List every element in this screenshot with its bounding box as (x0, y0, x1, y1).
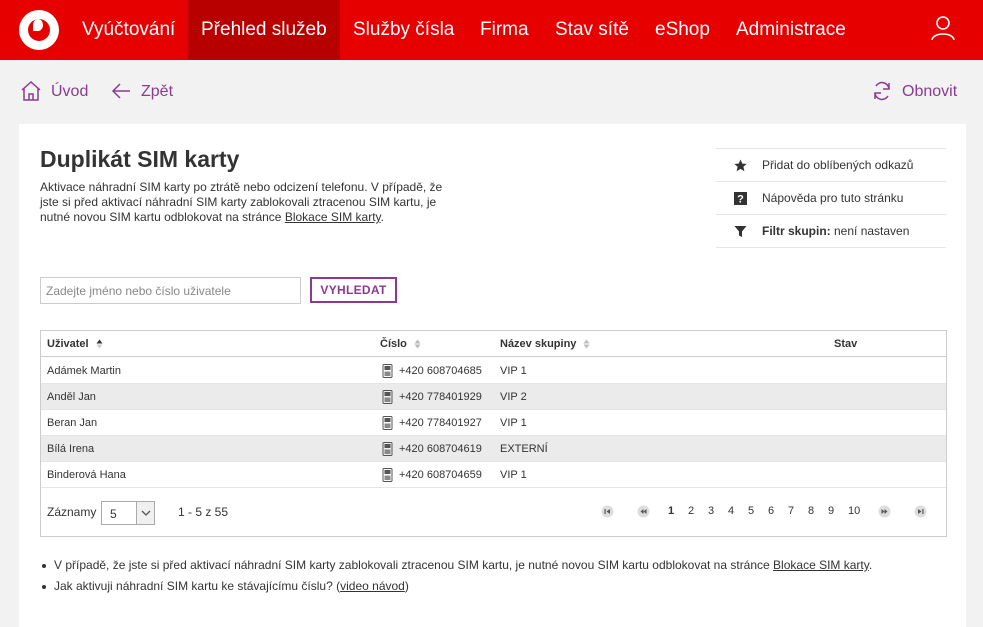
cell-group: VIP 1 (500, 469, 527, 481)
help-icon: ? (734, 192, 747, 205)
nav-item-billing[interactable]: Vyúčtování (69, 0, 188, 60)
help-label: Nápověda pro tuto stránku (762, 191, 904, 205)
nav-item-company[interactable]: Firma (467, 0, 542, 60)
page-description: Aktivace náhradní SIM karty po ztrátě ne… (40, 180, 450, 225)
cell-user: Adámek Martin (47, 365, 121, 377)
cell-group: EXTERNÍ (500, 443, 548, 455)
phone-icon (382, 468, 393, 482)
refresh-icon (874, 81, 890, 101)
sim-block-link[interactable]: Blokace SIM karty (285, 210, 381, 224)
nav-item-administration[interactable]: Administrace (723, 0, 859, 60)
search-button[interactable]: VYHLEDAT (310, 277, 397, 303)
home-link[interactable]: Úvod (20, 80, 92, 104)
favorites-label: Přidat do oblíbených odkazů (762, 158, 914, 172)
table-header: Uživatel Číslo Název skupiny Stav (41, 331, 946, 357)
side-divider (716, 247, 946, 248)
cell-group: VIP 1 (500, 417, 527, 429)
page-7[interactable]: 7 (788, 505, 794, 517)
cell-number: +420 608704619 (399, 443, 482, 455)
arrow-left-icon (111, 83, 130, 99)
phone-icon (382, 416, 393, 430)
page-4[interactable]: 4 (728, 505, 734, 517)
star-icon (734, 159, 747, 172)
cell-number: +420 778401929 (399, 391, 482, 403)
home-label: Úvod (51, 83, 89, 100)
page-9[interactable]: 9 (828, 505, 834, 517)
filter-icon (734, 226, 747, 237)
cell-number: +420 608704685 (399, 365, 482, 377)
users-table: Uživatel Číslo Název skupiny Stav Adámek… (40, 330, 947, 537)
page-title: Duplikát SIM karty (40, 146, 240, 172)
back-label: Zpět (141, 83, 174, 100)
previous-page-icon[interactable] (637, 505, 650, 518)
page-8[interactable]: 8 (808, 505, 814, 517)
nav-item-network-status[interactable]: Stav sítě (542, 0, 642, 60)
phone-icon (382, 364, 393, 378)
nav-item-services-overview[interactable]: Přehled služeb (188, 0, 340, 60)
chevron-down-icon (136, 502, 154, 524)
refresh-label: Obnovit (902, 83, 958, 100)
note-item: V případě, že jste si před aktivací náhr… (40, 557, 872, 578)
page-1[interactable]: 1 (668, 505, 674, 517)
table-footer: Záznamy 5 1 - 5 z 55 1 2 3 4 5 6 7 8 9 1… (41, 488, 946, 536)
video-guide-link[interactable]: video návod (340, 579, 405, 593)
cell-user: Binderová Hana (47, 469, 126, 481)
refresh-link[interactable]: Obnovit (871, 80, 961, 104)
records-range: 1 - 5 z 55 (178, 505, 229, 519)
column-header-user[interactable]: Uživatel (47, 331, 103, 357)
cell-user: Anděl Jan (47, 391, 96, 403)
first-page-icon[interactable] (601, 505, 614, 518)
search-input[interactable] (40, 277, 301, 304)
phone-icon (382, 390, 393, 404)
column-header-number[interactable]: Číslo (380, 331, 421, 357)
sim-block-note-link[interactable]: Blokace SIM karty (773, 558, 869, 572)
page-6[interactable]: 6 (768, 505, 774, 517)
user-icon[interactable] (931, 15, 955, 41)
cell-user: Beran Jan (47, 417, 98, 429)
top-navigation: Vyúčtování Přehled služeb Služby čísla F… (0, 0, 983, 60)
nav-item-number-services[interactable]: Služby čísla (340, 0, 467, 60)
page-2[interactable]: 2 (688, 505, 694, 517)
filter-text: Filtr skupin: není nastaven (762, 215, 909, 248)
cell-number: +420 608704659 (399, 469, 482, 481)
cell-number: +420 778401927 (399, 417, 482, 429)
phone-icon (382, 442, 393, 456)
last-page-icon[interactable] (914, 505, 927, 518)
svg-text:?: ? (737, 194, 744, 206)
add-favorites-link[interactable]: Přidat do oblíbených odkazů (716, 148, 946, 181)
notes-list: V případě, že jste si před aktivací náhr… (40, 557, 872, 599)
sort-icon (583, 339, 590, 349)
filter-label: Filtr skupin: (762, 224, 831, 238)
table-row[interactable]: Anděl Jan +420 778401929 VIP 2 (41, 384, 946, 410)
cell-group: VIP 2 (500, 391, 527, 403)
table-row[interactable]: Bílá Irena +420 608704619 EXTERNÍ (41, 436, 946, 462)
page-3[interactable]: 3 (708, 505, 714, 517)
group-filter-link[interactable]: Filtr skupin: není nastaven (716, 214, 946, 247)
filter-value: není nastaven (830, 224, 910, 238)
nav-item-eshop[interactable]: eShop (642, 0, 723, 60)
description-end: . (380, 210, 384, 224)
column-header-status: Stav (834, 338, 858, 350)
table-row[interactable]: Beran Jan +420 778401927 VIP 1 (41, 410, 946, 436)
page-size-value: 5 (110, 507, 117, 521)
note-item: Jak aktivuji náhradní SIM kartu ke stáva… (40, 578, 872, 599)
page-10[interactable]: 10 (848, 505, 860, 517)
sort-icon (414, 339, 421, 349)
table-row[interactable]: Adámek Martin +420 608704685 VIP 1 (41, 358, 946, 384)
back-link[interactable]: Zpět (110, 80, 180, 104)
vodafone-logo[interactable] (19, 10, 59, 50)
page-size-select[interactable]: 5 (101, 501, 155, 525)
next-page-icon[interactable] (878, 505, 891, 518)
cell-group: VIP 1 (500, 365, 527, 377)
records-label: Záznamy (47, 505, 97, 519)
home-icon (21, 80, 41, 101)
cell-user: Bílá Irena (47, 443, 95, 455)
page-5[interactable]: 5 (748, 505, 754, 517)
page-help-link[interactable]: ? Nápověda pro tuto stránku (716, 181, 946, 214)
table-row[interactable]: Binderová Hana +420 608704659 VIP 1 (41, 462, 946, 488)
column-header-group[interactable]: Název skupiny (500, 331, 590, 357)
sort-asc-icon (96, 339, 103, 349)
